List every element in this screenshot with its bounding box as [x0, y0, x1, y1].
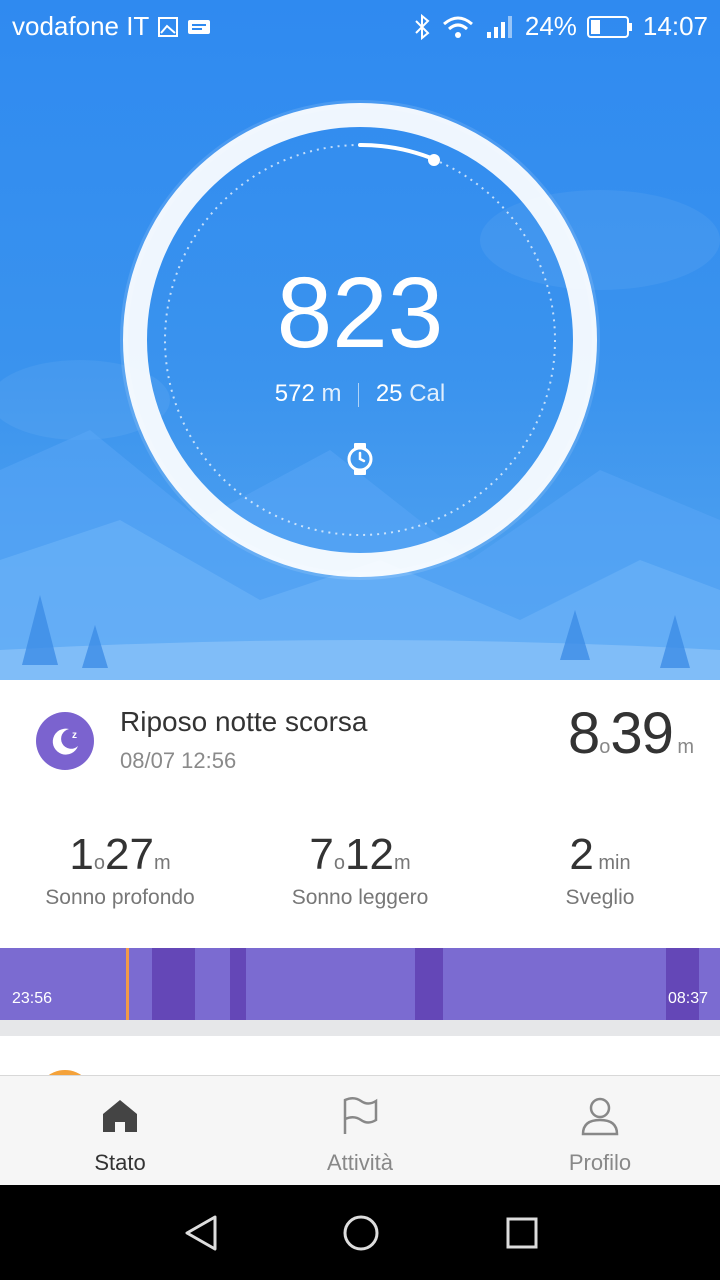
- system-navigation-bar: [0, 1185, 720, 1280]
- wifi-icon: [442, 16, 473, 38]
- deep-sleep-segment: [230, 948, 246, 1020]
- awake-label: Sveglio: [565, 886, 635, 909]
- nav-label-stato: Stato: [94, 1150, 146, 1175]
- home-circle-icon[interactable]: [342, 1214, 380, 1252]
- next-card-partial[interactable]: [0, 1036, 720, 1076]
- calories-value: 25: [375, 380, 403, 407]
- carrier-name: vodafone IT: [12, 11, 150, 41]
- image-notification-icon: [158, 16, 179, 37]
- nav-label-profilo: Profilo: [568, 1150, 632, 1175]
- light-minutes-unit: m: [393, 852, 411, 874]
- minutes-unit: m: [677, 736, 694, 758]
- deep-sleep-segment: [152, 948, 195, 1020]
- back-icon[interactable]: [183, 1215, 219, 1251]
- svg-text:z: z: [72, 730, 77, 741]
- step-count: 823: [276, 257, 444, 369]
- sleep-moon-icon: z: [36, 712, 94, 770]
- deep-sleep-label: Sonno profondo: [45, 886, 195, 909]
- sleep-total-duration: 8o39 m: [568, 700, 694, 767]
- deep-hours-unit: o: [93, 852, 105, 874]
- awake-unit: min: [598, 852, 631, 874]
- nav-profilo[interactable]: Profilo: [480, 1076, 720, 1186]
- sleep-timeline[interactable]: 23:56 08:37: [0, 948, 720, 1020]
- signal-icon: [486, 15, 512, 38]
- deep-sleep-segment: [415, 948, 443, 1020]
- total-hours: 8: [567, 701, 600, 766]
- nav-attivita[interactable]: Attività: [240, 1076, 480, 1186]
- total-minutes: 39: [610, 701, 674, 766]
- stat-awake: 2 min Sveglio: [480, 830, 720, 910]
- clock: 14:07: [642, 11, 708, 41]
- battery-percent: 24%: [524, 11, 577, 41]
- awake-value: 2: [569, 830, 594, 879]
- light-hours: 7: [309, 830, 334, 879]
- distance-value: 572: [274, 380, 315, 407]
- timeline-end: 08:37: [667, 990, 708, 1007]
- battery-icon: [586, 15, 632, 38]
- sim-card-icon: [188, 19, 211, 34]
- person-icon: [581, 1097, 619, 1136]
- sleep-title: Riposo notte scorsa: [120, 706, 368, 737]
- watch-icon[interactable]: [344, 442, 376, 476]
- light-minutes: 12: [344, 830, 394, 879]
- calories-unit: Cal: [409, 380, 446, 407]
- timeline-start: 23:56: [12, 990, 53, 1007]
- distance-unit: m: [321, 380, 342, 407]
- deep-minutes: 27: [104, 830, 154, 879]
- nav-stato[interactable]: Stato: [0, 1076, 240, 1186]
- stat-divider: [358, 382, 360, 407]
- steps-hero: vodafone IT 24% 14:07 823 572 m 25 Cal: [0, 0, 720, 680]
- card-separator: [0, 1020, 720, 1036]
- bluetooth-icon: [415, 13, 430, 40]
- stat-deep-sleep: 1o27m Sonno profondo: [0, 830, 240, 910]
- hours-unit: o: [599, 736, 611, 758]
- light-sleep-label: Sonno leggero: [291, 886, 429, 909]
- home-icon: [103, 1100, 137, 1132]
- sleep-datetime: 08/07 12:56: [120, 748, 237, 773]
- recents-icon[interactable]: [505, 1216, 539, 1250]
- light-hours-unit: o: [333, 852, 345, 874]
- deep-minutes-unit: m: [153, 852, 171, 874]
- status-bar: vodafone IT 24% 14:07: [0, 0, 720, 52]
- stat-light-sleep: 7o12m Sonno leggero: [240, 830, 480, 910]
- deep-hours: 1: [69, 830, 94, 879]
- bottom-navigation: Stato Attività Profilo: [0, 1075, 720, 1186]
- nav-label-attivita: Attività: [326, 1150, 394, 1175]
- awake-marker: [126, 948, 129, 1020]
- deep-sleep-segment: [666, 948, 699, 1020]
- steps-substats: 572 m 25 Cal: [0, 380, 720, 408]
- flag-icon: [343, 1097, 378, 1134]
